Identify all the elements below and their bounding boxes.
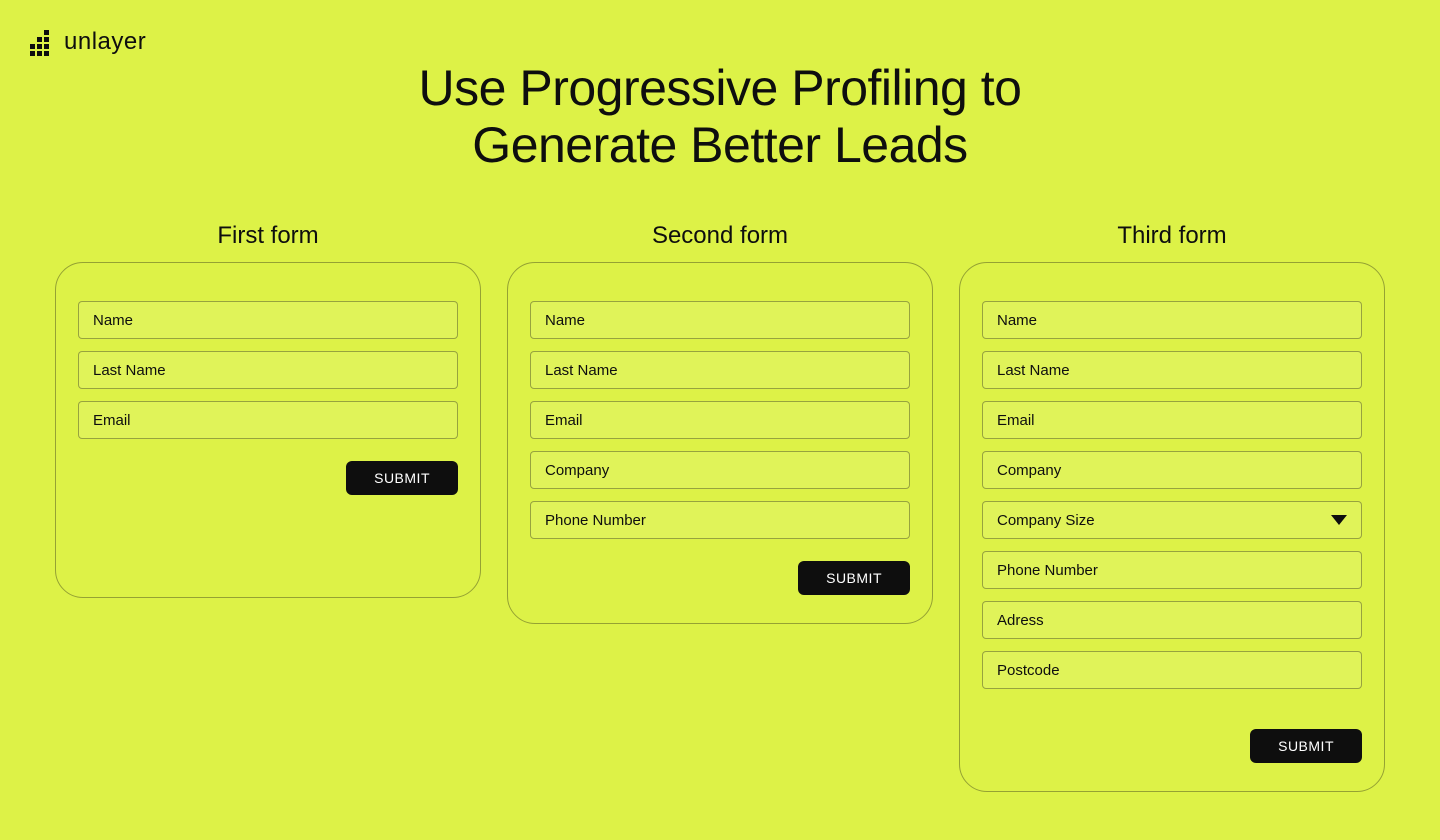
name-field[interactable]: Name (982, 301, 1362, 339)
phone-field[interactable]: Phone Number (530, 501, 910, 539)
field-label: Phone Number (997, 562, 1098, 579)
field-label: Name (545, 312, 585, 329)
company-field[interactable]: Company (530, 451, 910, 489)
field-label: Name (997, 312, 1037, 329)
name-field[interactable]: Name (78, 301, 458, 339)
submit-row: SUBMIT (982, 729, 1362, 763)
page-title: Use Progressive Profiling to Generate Be… (0, 0, 1440, 174)
form-col-third: Third form Name Last Name Email Company … (959, 222, 1385, 792)
field-label: Email (545, 412, 583, 429)
submit-button[interactable]: SUBMIT (346, 461, 458, 495)
title-line-1: Use Progressive Profiling to (419, 60, 1022, 116)
name-field[interactable]: Name (530, 301, 910, 339)
field-label: Last Name (545, 362, 618, 379)
email-field[interactable]: Email (78, 401, 458, 439)
form-card-third: Name Last Name Email Company Company Siz… (959, 262, 1385, 792)
postcode-field[interactable]: Postcode (982, 651, 1362, 689)
form-card-second: Name Last Name Email Company Phone Numbe… (507, 262, 933, 624)
logo-mark-icon (30, 30, 54, 54)
field-label: Phone Number (545, 512, 646, 529)
submit-button[interactable]: SUBMIT (798, 561, 910, 595)
form-heading-third: Third form (1117, 222, 1226, 250)
address-field[interactable]: Adress (982, 601, 1362, 639)
company-size-select[interactable]: Company Size (982, 501, 1362, 539)
form-card-first: Name Last Name Email SUBMIT (55, 262, 481, 598)
chevron-down-icon (1331, 515, 1347, 525)
form-col-second: Second form Name Last Name Email Company… (507, 222, 933, 624)
field-label: Email (997, 412, 1035, 429)
email-field[interactable]: Email (982, 401, 1362, 439)
field-label: Company (997, 462, 1061, 479)
brand-name: unlayer (64, 28, 146, 56)
field-label: Adress (997, 612, 1044, 629)
field-label: Postcode (997, 662, 1060, 679)
email-field[interactable]: Email (530, 401, 910, 439)
title-line-2: Generate Better Leads (472, 117, 967, 173)
form-col-first: First form Name Last Name Email SUBMIT (55, 222, 481, 598)
submit-row: SUBMIT (530, 561, 910, 595)
field-label: Company Size (997, 512, 1095, 529)
field-label: Name (93, 312, 133, 329)
last-name-field[interactable]: Last Name (530, 351, 910, 389)
field-label: Company (545, 462, 609, 479)
submit-button[interactable]: SUBMIT (1250, 729, 1362, 763)
form-heading-second: Second form (652, 222, 788, 250)
forms-row: First form Name Last Name Email SUBMIT S… (0, 222, 1440, 792)
company-field[interactable]: Company (982, 451, 1362, 489)
last-name-field[interactable]: Last Name (982, 351, 1362, 389)
phone-field[interactable]: Phone Number (982, 551, 1362, 589)
last-name-field[interactable]: Last Name (78, 351, 458, 389)
submit-row: SUBMIT (78, 461, 458, 495)
field-label: Last Name (93, 362, 166, 379)
field-label: Email (93, 412, 131, 429)
field-label: Last Name (997, 362, 1070, 379)
form-heading-first: First form (217, 222, 318, 250)
brand-logo: unlayer (30, 28, 146, 56)
